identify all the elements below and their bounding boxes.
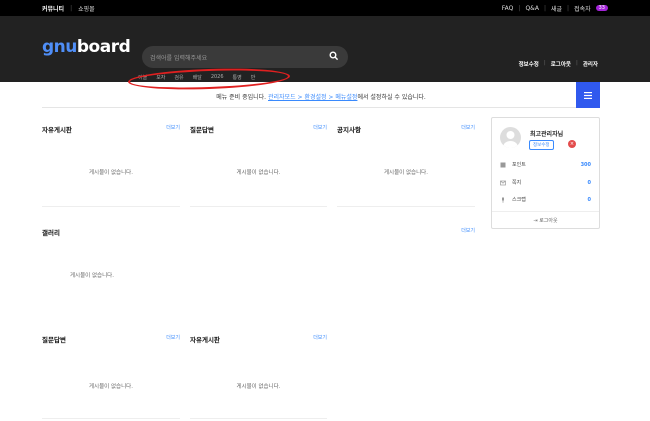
logout-label: 로그아웃 <box>539 218 558 224</box>
top-bar-right: FAQ | Q&A | 새글 | 접속자 33 <box>502 4 608 13</box>
admin-link[interactable]: 관리자 <box>583 60 598 68</box>
scrap-row[interactable]: 스크랩 0 <box>500 196 591 203</box>
user-silhouette-icon <box>503 131 518 148</box>
empty-message: 게시물이 없습니다. <box>236 384 281 390</box>
board-notice: 공지사항 더보기 게시물이 없습니다. <box>337 124 475 208</box>
more-link[interactable]: 더보기 <box>313 334 327 341</box>
site-logo[interactable]: gnuboard <box>42 37 131 57</box>
more-link[interactable]: 더보기 <box>166 334 180 341</box>
divider <box>337 206 475 207</box>
divider <box>190 418 327 419</box>
notice-suffix: 에서 설정하실 수 있습니다. <box>357 94 426 101</box>
board-title: 공지사항 <box>337 126 361 134</box>
memo-label: 쪽지 <box>512 180 522 186</box>
thumbtack-icon <box>502 197 504 203</box>
scrap-label: 스크랩 <box>512 197 526 203</box>
user-links: 정보수정 | 로그아웃 | 관리자 <box>519 60 598 68</box>
member-sidebar: 최고관리자님 정보수정 × 포인트 300 쪽지 0 스크랩 0 ⇥ 로그아웃 <box>491 117 600 229</box>
member-name: 최고관리자님 <box>530 131 564 138</box>
search-placeholder: 검색어를 입력해주세요 <box>150 55 208 62</box>
divider <box>42 418 180 419</box>
empty-message: 게시물이 없습니다. <box>384 170 428 176</box>
board-title: 자유게시판 <box>42 126 72 134</box>
board-gallery: 갤러리 더보기 게시물이 없습니다. <box>42 227 475 317</box>
menu-settings-link[interactable]: 관리자모드 > 환경설정 > 메뉴설정 <box>268 94 357 101</box>
more-link[interactable]: 더보기 <box>461 227 475 234</box>
search-icon[interactable] <box>329 51 339 61</box>
menu-notice: 메뉴 준비 중입니다. 관리자모드 > 환경설정 > 메뉴설정에서 설정하실 수… <box>42 82 600 108</box>
divider: | <box>575 60 578 66</box>
more-link[interactable]: 더보기 <box>313 124 327 131</box>
more-link[interactable]: 더보기 <box>461 124 475 131</box>
board-free-2: 자유게시판 더보기 게시물이 없습니다. <box>190 334 327 419</box>
memo-value: 0 <box>587 179 591 186</box>
empty-message: 게시물이 없습니다. <box>236 170 281 176</box>
site-header: gnuboard 검색어를 입력해주세요 이블 모자 검유 배달 2026 통영… <box>0 16 650 92</box>
top-bar-left: 커뮤니티 | 쇼핑몰 <box>42 4 95 13</box>
board-title: 자유게시판 <box>190 336 220 344</box>
board-title: 갤러리 <box>42 229 60 237</box>
empty-message: 게시물이 없습니다. <box>70 273 114 279</box>
top-bar: 커뮤니티 | 쇼핑몰 FAQ | Q&A | 새글 | 접속자 33 <box>0 0 650 16</box>
logo-suffix: board <box>76 37 131 57</box>
points-row[interactable]: 포인트 300 <box>500 161 591 168</box>
new-posts-link[interactable]: 새글 <box>551 4 562 13</box>
community-link[interactable]: 커뮤니티 <box>42 4 64 13</box>
divider: | <box>543 60 546 66</box>
divider: | <box>567 4 570 12</box>
menu-button[interactable] <box>576 82 600 108</box>
database-icon <box>500 162 506 167</box>
notice-prefix: 메뉴 준비 중입니다. <box>216 94 267 101</box>
points-label: 포인트 <box>512 162 526 168</box>
scrap-value: 0 <box>587 196 591 203</box>
qa-link[interactable]: Q&A <box>525 5 539 12</box>
divider <box>190 206 327 207</box>
search-input[interactable]: 검색어를 입력해주세요 <box>142 46 348 68</box>
avatar[interactable] <box>500 127 521 148</box>
shopping-link[interactable]: 쇼핑몰 <box>78 4 95 13</box>
edit-profile-button[interactable]: 정보수정 <box>529 140 554 150</box>
close-icon[interactable]: × <box>568 140 576 148</box>
visitors-link[interactable]: 접속자 <box>574 4 591 13</box>
more-link[interactable]: 더보기 <box>166 124 180 131</box>
logo-prefix: gnu <box>42 37 77 57</box>
visitor-count-badge: 33 <box>595 5 608 11</box>
divider <box>42 206 180 207</box>
logout-button[interactable]: ⇥ 로그아웃 <box>492 211 599 228</box>
divider: | <box>70 4 73 12</box>
board-title: 질문답변 <box>42 336 66 344</box>
board-qa-2: 질문답변 더보기 게시물이 없습니다. <box>42 334 180 419</box>
memo-row[interactable]: 쪽지 0 <box>500 179 591 186</box>
faq-link[interactable]: FAQ <box>502 5 514 12</box>
board-qa: 질문답변 더보기 게시물이 없습니다. <box>190 124 327 208</box>
board-title: 질문답변 <box>190 126 214 134</box>
divider: | <box>518 4 521 12</box>
edit-profile-link[interactable]: 정보수정 <box>519 60 539 68</box>
points-value: 300 <box>580 161 591 168</box>
hamburger-icon <box>584 91 592 99</box>
logout-link[interactable]: 로그아웃 <box>551 60 571 68</box>
board-free: 자유게시판 더보기 게시물이 없습니다. <box>42 124 180 208</box>
divider: | <box>543 4 546 12</box>
envelope-icon <box>500 180 506 185</box>
empty-message: 게시물이 없습니다. <box>89 170 133 176</box>
empty-message: 게시물이 없습니다. <box>89 384 133 390</box>
